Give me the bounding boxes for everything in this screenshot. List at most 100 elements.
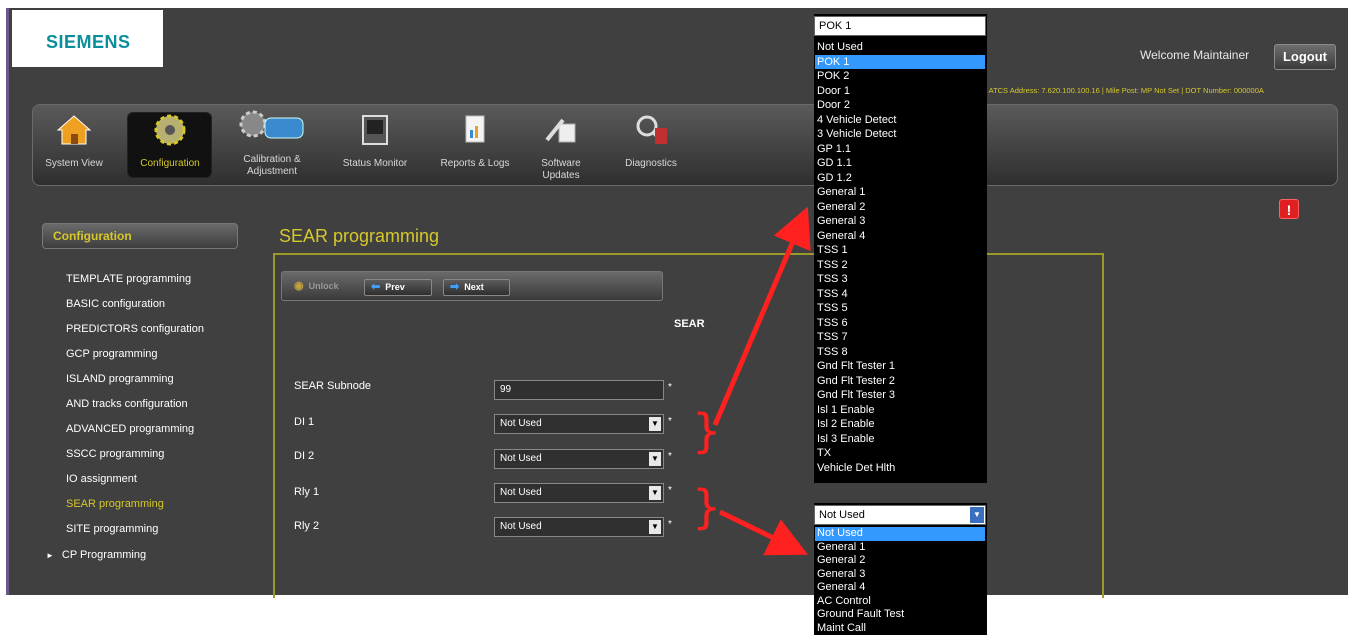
sidebar-header[interactable]: Configuration xyxy=(42,223,238,249)
sidebar-item-site[interactable]: SITE programming xyxy=(66,523,158,535)
dropdown-option[interactable]: Gnd Flt Tester 1 xyxy=(815,359,985,374)
dropdown-option[interactable]: General 1 xyxy=(815,541,985,555)
sidebar-item-predictors[interactable]: PREDICTORS configuration xyxy=(66,323,204,335)
address-status-line: | ATCS Address: 7.620.100.100.16 | Mile … xyxy=(985,86,1264,95)
dropdown-option[interactable]: Gnd Flt Tester 2 xyxy=(815,374,985,389)
toolbar-label: Status Monitor xyxy=(342,158,408,169)
dropdown-option[interactable]: AC Control xyxy=(815,595,985,609)
report-icon xyxy=(455,110,495,150)
toolbar-software-updates[interactable]: Software Updates xyxy=(528,110,594,182)
dropdown-option[interactable]: TSS 6 xyxy=(815,316,985,331)
toolbar-calibration[interactable]: Calibration & Adjustment xyxy=(232,106,312,178)
dropdown-option[interactable]: Door 1 xyxy=(815,84,985,99)
toolbar-reports-logs[interactable]: Reports & Logs xyxy=(434,110,516,170)
dropdown-option[interactable]: Not Used xyxy=(815,527,985,541)
di1-select[interactable]: Not Used ▼ xyxy=(494,414,664,434)
alert-icon[interactable]: ! xyxy=(1279,199,1299,219)
di2-select[interactable]: Not Used ▼ xyxy=(494,449,664,469)
dropdown-option[interactable]: GP 1.1 xyxy=(815,142,985,157)
dropdown-option[interactable]: Door 2 xyxy=(815,98,985,113)
dropdown-option[interactable]: General 2 xyxy=(815,554,985,568)
dropdown-option[interactable]: General 4 xyxy=(815,229,985,244)
toolbar-system-view[interactable]: System View xyxy=(36,110,112,170)
sidebar-item-template[interactable]: TEMPLATE programming xyxy=(66,273,191,285)
dropdown-option[interactable]: Maint Call xyxy=(815,622,985,635)
required-marker: * xyxy=(668,382,672,393)
dropdown-option[interactable]: 4 Vehicle Detect xyxy=(815,113,985,128)
sidebar-item-gcp[interactable]: GCP programming xyxy=(66,348,158,360)
dropdown-arrow-icon: ▼ xyxy=(649,520,661,534)
dropdown-option[interactable]: General 3 xyxy=(815,568,985,582)
dropdown-arrow-icon: ▼ xyxy=(649,452,661,466)
rly2-select[interactable]: Not Used ▼ xyxy=(494,517,664,537)
dropdown-option[interactable]: General 4 xyxy=(815,581,985,595)
di1-value: Not Used xyxy=(500,418,542,429)
dropdown-arrow-icon: ▼ xyxy=(649,417,661,431)
dropdown-option[interactable]: Isl 2 Enable xyxy=(815,417,985,432)
toolbar-status-monitor[interactable]: Status Monitor xyxy=(336,110,414,170)
toolbar-configuration[interactable]: Configuration xyxy=(130,110,210,170)
dropdown-option[interactable]: TSS 8 xyxy=(815,345,985,360)
dropdown-option[interactable]: Ground Fault Test xyxy=(815,608,985,622)
logout-button[interactable]: Logout xyxy=(1274,44,1336,70)
dropdown-option[interactable]: POK 1 xyxy=(815,54,985,69)
toolbar-label: Reports & Logs xyxy=(440,158,510,169)
sidebar-item-and-tracks[interactable]: AND tracks configuration xyxy=(66,398,188,410)
dropdown-option[interactable]: Isl 1 Enable xyxy=(815,403,985,418)
dropdown-option[interactable]: General 1 xyxy=(815,185,985,200)
prev-label: Prev xyxy=(385,282,405,292)
logo-text: SIEMENS xyxy=(46,32,131,52)
di1-label: DI 1 xyxy=(294,416,315,428)
di2-label: DI 2 xyxy=(294,450,315,462)
dropdown-option[interactable]: TSS 4 xyxy=(815,287,985,302)
dropdown-option[interactable]: TSS 1 xyxy=(815,243,985,258)
sidebar-item-sear[interactable]: SEAR programming xyxy=(66,498,164,510)
dropdown-option[interactable]: 3 Vehicle Detect xyxy=(815,127,985,142)
unlock-button[interactable]: ◉ Unlock xyxy=(288,279,352,296)
sear-subnode-input[interactable]: 99 xyxy=(494,380,664,400)
sidebar-item-sscc[interactable]: SSCC programming xyxy=(66,448,164,460)
rly-options-list: Not Used General 1 General 2 General 3 Gener… xyxy=(815,527,985,635)
required-marker: * xyxy=(668,416,672,427)
dropdown-option[interactable]: GD 1.2 xyxy=(815,171,985,186)
sidebar-item-cp-programming[interactable]: ► CP Programming xyxy=(46,549,146,561)
dropdown-option[interactable]: General 2 xyxy=(815,200,985,215)
dropdown-option[interactable]: Not Used xyxy=(815,40,985,55)
sidebar-item-io-assignment[interactable]: IO assignment xyxy=(66,473,137,485)
required-marker: * xyxy=(668,451,672,462)
toolbar-diagnostics[interactable]: Diagnostics xyxy=(616,110,686,170)
dropdown-option[interactable]: TX xyxy=(815,446,985,461)
dropdown-option[interactable]: TSS 5 xyxy=(815,301,985,316)
unlock-label: Unlock xyxy=(308,281,339,291)
sidebar-item-basic[interactable]: BASIC configuration xyxy=(66,298,165,310)
sear-subnode-label: SEAR Subnode xyxy=(294,380,372,392)
dropdown-option[interactable]: TSS 2 xyxy=(815,258,985,273)
expand-arrow-icon: ► xyxy=(46,551,54,560)
next-label: Next xyxy=(464,282,484,292)
rly2-label: Rly 2 xyxy=(294,520,320,532)
dropdown-option[interactable]: Vehicle Det Hlth xyxy=(815,461,985,476)
dropdown-option[interactable]: GD 1.1 xyxy=(815,156,985,171)
dropdown-option[interactable]: General 3 xyxy=(815,214,985,229)
required-marker: * xyxy=(668,519,672,530)
arrow-left-icon: ⬅ xyxy=(371,281,381,293)
calibration-train-icon xyxy=(237,106,307,146)
sidebar-item-advanced[interactable]: ADVANCED programming xyxy=(66,423,194,435)
di-options-list: Not Used POK 1 POK 2 Door 1 Door 24 Vehicle … xyxy=(815,40,985,475)
rly1-value: Not Used xyxy=(500,487,542,498)
rly-dropdown-select[interactable]: Not Used ▼ xyxy=(814,505,986,525)
siemens-logo: SIEMENS xyxy=(12,10,163,67)
dropdown-option[interactable]: POK 2 xyxy=(815,69,985,84)
prev-button[interactable]: ⬅ Prev xyxy=(364,279,432,296)
dropdown-option[interactable]: TSS 7 xyxy=(815,330,985,345)
dropdown-option[interactable]: Isl 3 Enable xyxy=(815,432,985,447)
dropdown-option[interactable]: TSS 3 xyxy=(815,272,985,287)
di-dropdown-select[interactable]: POK 1 xyxy=(814,16,986,36)
dropdown-option[interactable]: Gnd Flt Tester 3 xyxy=(815,388,985,403)
dropdown-arrow-icon: ▼ xyxy=(970,507,984,523)
next-button[interactable]: ➡ Next xyxy=(443,279,510,296)
rly1-select[interactable]: Not Used ▼ xyxy=(494,483,664,503)
sidebar-item-island[interactable]: ISLAND programming xyxy=(66,373,174,385)
dropdown-arrow-icon: ▼ xyxy=(649,486,661,500)
section-title: SEAR xyxy=(674,318,705,330)
